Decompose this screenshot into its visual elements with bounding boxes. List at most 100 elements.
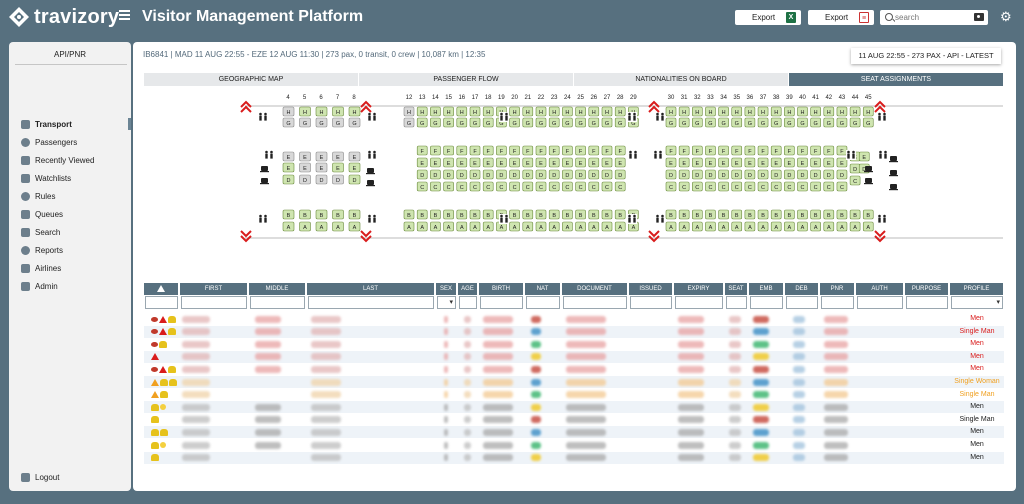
column-header[interactable]: PURPOSE bbox=[905, 283, 949, 295]
redacted-value bbox=[729, 428, 741, 436]
seat-letter: B bbox=[761, 213, 765, 219]
export-pdf-button[interactable]: Export ≡ bbox=[808, 10, 874, 25]
filter-input[interactable] bbox=[145, 296, 178, 309]
column-header[interactable]: PROFILE bbox=[950, 283, 1004, 295]
column-header[interactable]: EMB bbox=[749, 283, 784, 295]
column-header[interactable]: NAT bbox=[525, 283, 561, 295]
column-header[interactable]: ISSUED bbox=[629, 283, 673, 295]
filter-input[interactable] bbox=[675, 296, 723, 309]
galley-icon bbox=[865, 166, 872, 171]
column-header[interactable]: AGE bbox=[458, 283, 478, 295]
seat-letter: C bbox=[618, 185, 622, 191]
filter-input[interactable] bbox=[480, 296, 523, 309]
redacted-value bbox=[255, 403, 281, 411]
alert-column-header[interactable] bbox=[144, 283, 179, 295]
galley-icon bbox=[890, 156, 897, 161]
redacted-value bbox=[531, 441, 541, 449]
seat-letter: C bbox=[526, 185, 530, 191]
table-row[interactable]: Men bbox=[144, 451, 1004, 464]
redacted-value bbox=[444, 378, 448, 386]
sidebar-item-rules[interactable]: Rules bbox=[21, 190, 55, 202]
gear-icon[interactable]: ⚙ bbox=[1000, 10, 1012, 23]
table-row[interactable]: Men bbox=[144, 439, 1004, 451]
redacted-value bbox=[793, 353, 805, 361]
sidebar-item-search[interactable]: Search bbox=[21, 226, 60, 238]
logout-label: Logout bbox=[35, 472, 60, 482]
seat-letter: H bbox=[486, 110, 490, 116]
seat-letter: B bbox=[735, 213, 739, 219]
column-header[interactable]: BIRTH bbox=[479, 283, 524, 295]
lavatory-icon bbox=[264, 115, 267, 121]
sidebar-item-label: Queues bbox=[35, 209, 64, 219]
filter-input[interactable] bbox=[750, 296, 783, 309]
filter-select[interactable] bbox=[951, 296, 1003, 309]
column-header[interactable]: PNR bbox=[820, 283, 855, 295]
lavatory-icon bbox=[270, 150, 273, 154]
profile-label: Single Man bbox=[959, 415, 995, 423]
column-header[interactable]: MIDDLE bbox=[249, 283, 306, 295]
sidebar-item-transport[interactable]: Transport bbox=[21, 118, 72, 130]
seat-letter: E bbox=[722, 161, 726, 167]
column-header[interactable]: AUTH bbox=[856, 283, 904, 295]
lavatory-icon bbox=[847, 153, 850, 159]
table-row[interactable]: Men bbox=[144, 363, 1004, 376]
filter-input[interactable] bbox=[181, 296, 247, 309]
seat-letter: A bbox=[353, 225, 357, 231]
sidebar-item-airlines[interactable]: Airlines bbox=[21, 262, 61, 274]
redacted-value bbox=[311, 403, 341, 411]
sidebar-item-admin[interactable]: Admin bbox=[21, 280, 58, 292]
table-row[interactable]: Single Woman bbox=[144, 376, 1004, 388]
seat-letter: D bbox=[303, 178, 307, 184]
filter-input[interactable] bbox=[786, 296, 818, 309]
table-row[interactable]: Single Man bbox=[144, 325, 1004, 338]
export-excel-button[interactable]: Export X bbox=[735, 10, 801, 25]
filter-input[interactable] bbox=[821, 296, 854, 309]
column-header[interactable]: SEAT bbox=[725, 283, 748, 295]
seat-letter: B bbox=[320, 213, 324, 219]
filter-select[interactable] bbox=[437, 296, 456, 309]
filter-input[interactable] bbox=[563, 296, 627, 309]
table-row[interactable]: Single Man bbox=[144, 388, 1004, 401]
filter-input[interactable] bbox=[308, 296, 434, 309]
column-header[interactable]: EXPIRY bbox=[674, 283, 724, 295]
sidebar-item-passengers[interactable]: Passengers bbox=[21, 136, 77, 148]
column-header[interactable]: DOCUMENT bbox=[562, 283, 628, 295]
lavatory-icon bbox=[634, 150, 637, 154]
table-row[interactable]: Men bbox=[144, 350, 1004, 363]
filter-input[interactable] bbox=[459, 296, 477, 309]
column-header[interactable]: LAST bbox=[307, 283, 435, 295]
filter-input[interactable] bbox=[526, 296, 560, 309]
table-row[interactable]: Men bbox=[144, 338, 1004, 351]
filter-input[interactable] bbox=[726, 296, 747, 309]
filter-input[interactable] bbox=[630, 296, 672, 309]
column-header[interactable]: SEX bbox=[436, 283, 457, 295]
seat-letter: H bbox=[853, 110, 857, 116]
sidebar-item-watchlists[interactable]: Watchlists bbox=[21, 172, 71, 184]
filter-input[interactable] bbox=[906, 296, 948, 309]
redacted-value bbox=[753, 353, 769, 361]
sidebar-item-queues[interactable]: Queues bbox=[21, 208, 63, 220]
lavatory-icon bbox=[368, 150, 371, 154]
seat-letter: E bbox=[513, 161, 517, 167]
table-row[interactable]: Single Man bbox=[144, 413, 1004, 426]
brand-logo[interactable]: travizory bbox=[8, 6, 119, 28]
seat-map: 4 5 6 7 8 12 13 14 15 16 17 18 19 20 21 22 23 24 25 26 27 28 2… bbox=[144, 92, 1004, 243]
table-row[interactable]: Men bbox=[144, 401, 1004, 414]
redacted-value bbox=[464, 315, 471, 323]
filter-input[interactable] bbox=[857, 296, 903, 309]
logout-button[interactable]: Logout bbox=[21, 471, 59, 483]
seat-letter: G bbox=[840, 121, 844, 127]
lavatory-icon bbox=[879, 153, 882, 159]
sidebar-item-reports[interactable]: Reports bbox=[21, 244, 63, 256]
redacted-value bbox=[444, 353, 448, 361]
camera-icon[interactable] bbox=[974, 13, 984, 21]
search-input[interactable] bbox=[895, 11, 969, 23]
seat-letter: G bbox=[708, 121, 712, 127]
sidebar-item-recently-viewed[interactable]: Recently Viewed bbox=[21, 154, 94, 166]
column-header[interactable]: DEB bbox=[785, 283, 819, 295]
filter-input[interactable] bbox=[250, 296, 305, 309]
table-row[interactable]: Men bbox=[144, 426, 1004, 439]
table-row[interactable]: Men bbox=[144, 313, 1004, 325]
column-header[interactable]: FIRST bbox=[180, 283, 248, 295]
menu-icon[interactable] bbox=[119, 10, 130, 21]
